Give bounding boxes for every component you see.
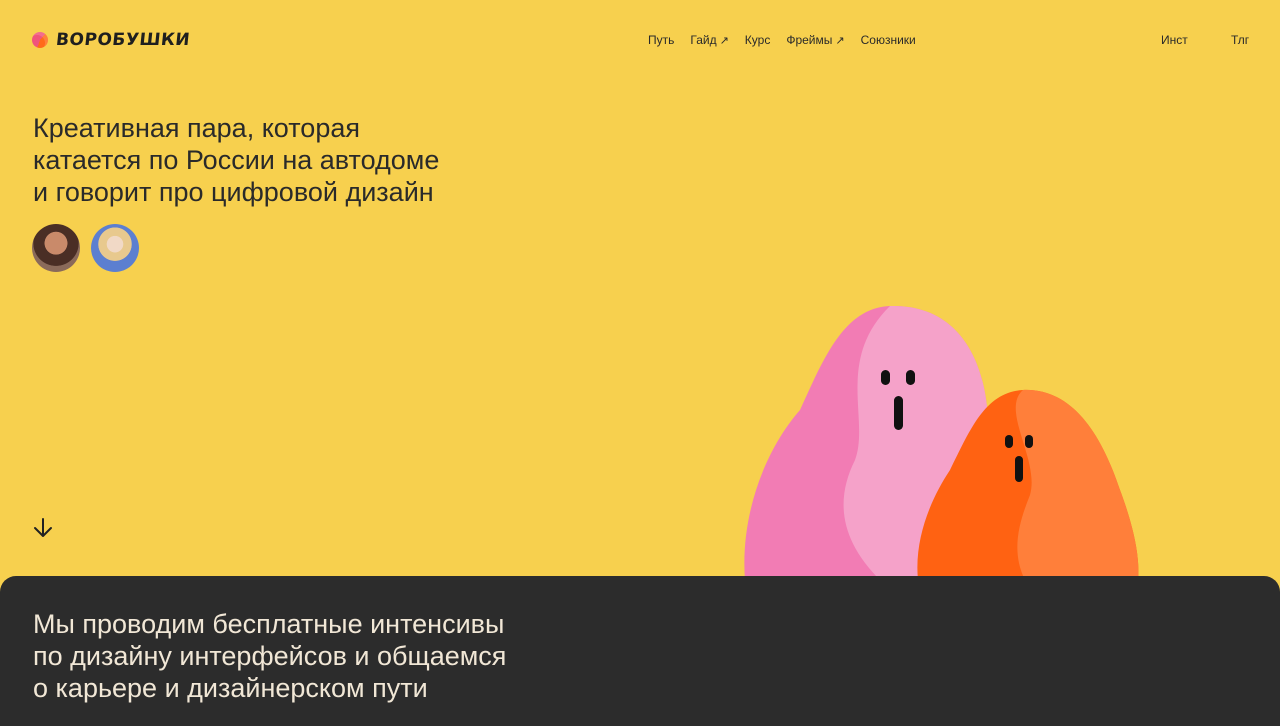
arrow-down-icon[interactable] bbox=[33, 517, 53, 539]
hero-title-line: катается по России на автодоме bbox=[33, 145, 440, 175]
nav-item-frames[interactable]: Фреймы ↗ bbox=[786, 33, 844, 47]
arrow-up-right-icon: ↗ bbox=[835, 35, 845, 47]
author-avatars bbox=[32, 224, 150, 272]
logo[interactable]: ВОРОБУШКИ bbox=[32, 30, 192, 50]
hero-title: Креативная пара, которая катается по Рос… bbox=[33, 112, 533, 208]
hero-title-line: Креативная пара, которая bbox=[33, 113, 360, 143]
avatar bbox=[91, 224, 139, 272]
intro-text-line: Мы проводим бесплатные интенсивы bbox=[33, 609, 505, 639]
ghost-illustration bbox=[744, 305, 1139, 580]
intro-text: Мы проводим бесплатные интенсивы по диза… bbox=[33, 608, 593, 704]
nav-item-path[interactable]: Путь bbox=[648, 33, 674, 47]
logo-mark-icon bbox=[32, 32, 48, 48]
intro-text-line: по дизайну интерфейсов и общаемся bbox=[33, 641, 507, 671]
intro-text-line: о карьере и дизайнерском пути bbox=[33, 673, 428, 703]
instagram-link[interactable]: Инст bbox=[1161, 33, 1188, 47]
arrow-up-right-icon: ↗ bbox=[719, 35, 729, 47]
main-nav: Путь Гайд ↗ Курс Фреймы ↗ Союзники bbox=[648, 33, 932, 47]
header: ВОРОБУШКИ Путь Гайд ↗ Курс Фреймы ↗ Союзни… bbox=[0, 0, 1280, 80]
hero-title-line: и говорит про цифровой дизайн bbox=[33, 177, 434, 207]
nav-item-allies[interactable]: Союзники bbox=[861, 33, 916, 47]
avatar bbox=[32, 224, 80, 272]
logo-text: ВОРОБУШКИ bbox=[54, 30, 192, 50]
nav-item-course[interactable]: Курс bbox=[745, 33, 771, 47]
telegram-link[interactable]: Тлг bbox=[1231, 33, 1249, 47]
nav-item-guide[interactable]: Гайд ↗ bbox=[690, 33, 728, 47]
